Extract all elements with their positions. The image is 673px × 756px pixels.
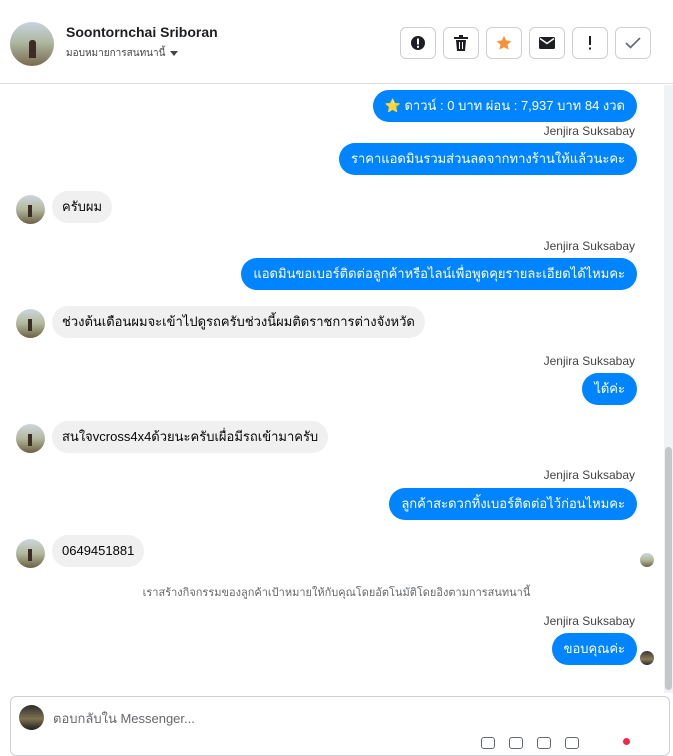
star-icon	[496, 35, 512, 50]
attachment-icon[interactable]	[481, 737, 495, 749]
message-incoming[interactable]: ครับผม	[52, 191, 113, 223]
contact-name[interactable]: Soontornchai Sriboran	[66, 24, 218, 40]
trash-icon	[454, 35, 468, 51]
composer-toolbar	[481, 737, 579, 749]
contact-avatar-small	[16, 195, 45, 224]
message-outgoing[interactable]: ขอบคุณค่ะ	[551, 633, 637, 665]
message-outgoing[interactable]: ลูกค้าสะดวกทิ้งเบอร์ติดต่อไว้ก่อนไหมคะ	[389, 488, 637, 520]
message-outgoing[interactable]: ราคาแอดมินรวมส่วนลดจากทางร้านให้แล้วนะคะ	[338, 143, 637, 175]
mark-unread-button[interactable]	[529, 27, 565, 59]
gif-icon[interactable]	[537, 737, 551, 749]
mark-done-button[interactable]	[615, 27, 651, 59]
reply-composer	[10, 696, 670, 756]
contact-avatar-small	[16, 309, 45, 338]
message-outgoing[interactable]: ได้ค่ะ	[582, 373, 637, 405]
saved-reply-icon[interactable]	[565, 737, 579, 749]
assign-label: มอบหมายการสนทนานี้	[66, 48, 166, 59]
message-incoming[interactable]: ช่วงต้นเดือนผมจะเข้าไปดูรถครับช่วงนี้ผมต…	[52, 306, 425, 338]
sender-name: Jenjira Suksabay	[543, 614, 635, 628]
star-button[interactable]	[486, 27, 522, 59]
message-list[interactable]	[0, 85, 673, 695]
sender-name: Jenjira Suksabay	[543, 239, 635, 253]
check-icon	[625, 37, 641, 49]
alert-circle-icon	[411, 36, 425, 50]
seen-avatar	[640, 553, 654, 567]
follow-up-button[interactable]	[572, 27, 608, 59]
caret-down-icon	[170, 50, 179, 56]
contact-avatar-small	[16, 539, 45, 568]
emoji-icon[interactable]	[509, 737, 523, 749]
page-avatar	[19, 705, 44, 730]
message-incoming[interactable]: 0649451881	[52, 535, 145, 567]
report-button[interactable]	[400, 27, 436, 59]
reply-input[interactable]	[53, 707, 613, 729]
sender-name: Jenjira Suksabay	[543, 124, 635, 138]
contact-avatar-small	[16, 424, 45, 453]
assign-conversation-dropdown[interactable]: มอบหมายการสนทนานี้	[66, 46, 179, 61]
scrollbar-thumb[interactable]	[665, 447, 672, 690]
message-outgoing[interactable]: แอดมินขอเบอร์ติดต่อลูกค้าหรือไลน์เพื่อพู…	[241, 258, 637, 290]
message-incoming[interactable]: สนใจvcross4x4ด้วยนะครับเผื่อมีรถเข้ามาคร…	[52, 421, 329, 453]
conversation-header: Soontornchai Sriboran มอบหมายการสนทนานี้	[0, 0, 673, 84]
contact-avatar[interactable]	[10, 22, 54, 66]
delete-button[interactable]	[443, 27, 479, 59]
sender-name: Jenjira Suksabay	[543, 468, 635, 482]
sender-name: Jenjira Suksabay	[543, 354, 635, 368]
system-notice: เราสร้างกิจกรรมของลูกค้าเป้าหมายให้กับคุ…	[142, 587, 531, 599]
message-outgoing[interactable]: ⭐ ดาวน์ : 0 บาท ผ่อน : 7,937 บาท 84 งวด	[372, 90, 637, 122]
seen-avatar	[640, 651, 654, 665]
exclamation-icon	[589, 36, 591, 50]
envelope-icon	[539, 37, 555, 49]
